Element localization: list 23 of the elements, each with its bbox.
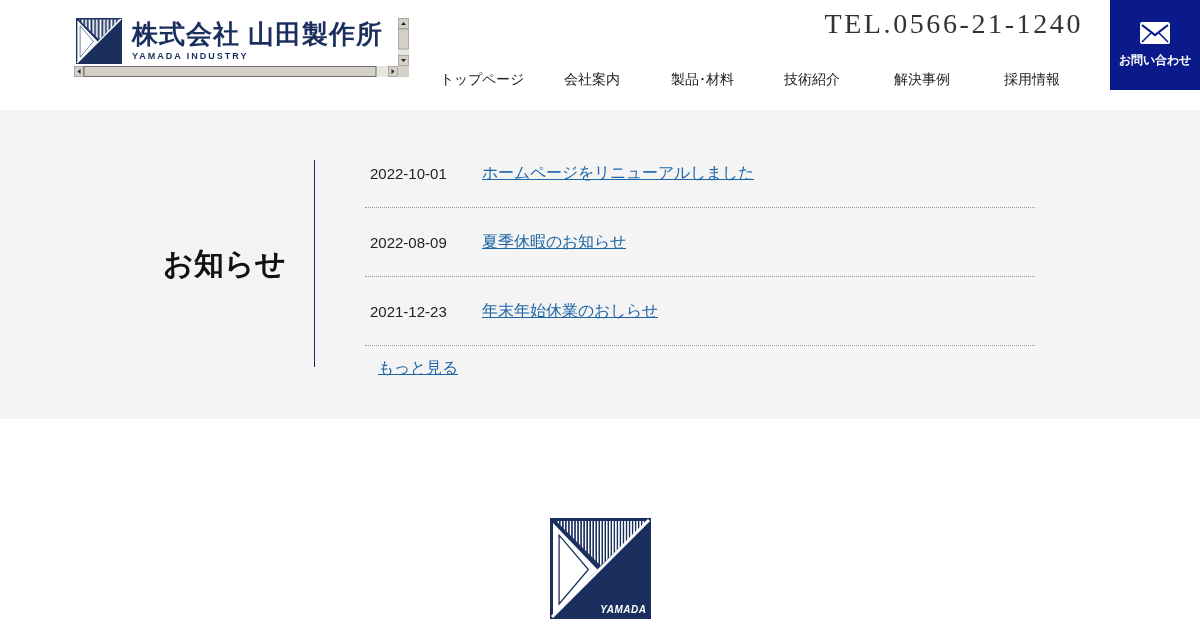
logo-text: YAMADA [600,604,647,616]
company-name: 株式会社 山田製作所 [132,19,384,50]
nav-link[interactable]: 採用情報 [977,71,1087,89]
news-date: 2022-10-01 [370,164,448,182]
phone-number: TEL.0566-21-1240 [824,8,1083,40]
news-link[interactable]: ホームページをリニューアルしました [482,162,754,184]
mail-icon [1140,22,1170,44]
nav-link[interactable]: 解決事例 [867,71,977,89]
news-link[interactable]: 夏季休暇のお知らせ [482,231,626,253]
news-link[interactable]: 年末年始休業のおしらせ [482,300,658,322]
news-date: 2021-12-23 [370,302,448,320]
vertical-scrollbar[interactable] [398,18,409,66]
nav-link[interactable]: 製品･材料 [647,71,757,89]
news-heading: お知らせ [163,245,286,282]
horizontal-scrollbar[interactable] [74,66,409,77]
nav-link[interactable]: トップページ [427,71,537,89]
more-link[interactable]: もっと見る [378,357,462,379]
nav-link[interactable]: 会社案内 [537,71,647,89]
contact-button[interactable]: お問い合わせ [1110,0,1200,90]
company-tagline: YAMADA INDUSTRY [132,50,250,62]
logo-mark [76,18,122,64]
news-date: 2022-08-09 [370,233,448,251]
nav-link[interactable]: 技術紹介 [757,71,867,89]
